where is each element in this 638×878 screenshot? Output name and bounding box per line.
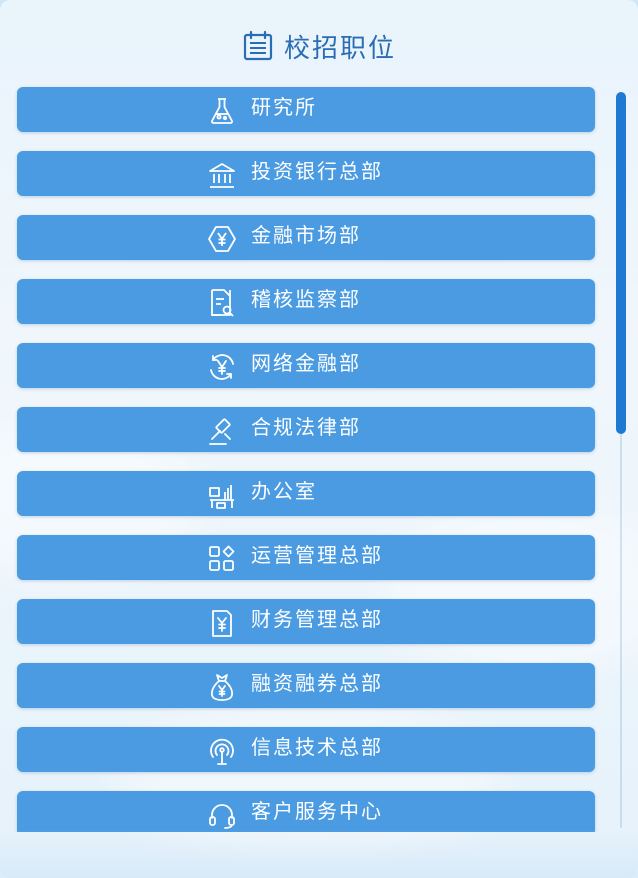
position-label: 合规法律部 — [251, 415, 361, 439]
position-item-financial-markets[interactable]: 金融市场部 — [17, 215, 595, 260]
position-item-margin-trading[interactable]: 融资融券总部 — [17, 663, 595, 708]
position-label: 投资银行总部 — [251, 159, 383, 183]
position-item-investment-banking[interactable]: 投资银行总部 — [17, 151, 595, 196]
signal-tower-icon — [207, 736, 237, 766]
scrollbar-thumb[interactable] — [616, 92, 626, 434]
apps-grid-icon — [207, 544, 237, 574]
position-label: 金融市场部 — [251, 223, 361, 247]
position-label: 客户服务中心 — [251, 799, 383, 823]
yen-cycle-icon — [207, 352, 237, 382]
position-label: 办公室 — [251, 479, 317, 503]
positions-list[interactable]: 研究所 投资银行总部 金融市场部 稽核监察部 网络金融部 合规法律部 办公室 运… — [0, 80, 638, 832]
position-label: 稽核监察部 — [251, 287, 361, 311]
headset-icon — [207, 800, 237, 830]
bottom-fade — [0, 830, 638, 878]
position-item-internet-finance[interactable]: 网络金融部 — [17, 343, 595, 388]
position-item-information-technology[interactable]: 信息技术总部 — [17, 727, 595, 772]
yen-hexagon-icon — [207, 224, 237, 254]
panel-header: 校招职位 — [0, 24, 638, 68]
money-bag-icon — [207, 672, 237, 702]
yen-document-icon — [207, 608, 237, 638]
position-label: 财务管理总部 — [251, 607, 383, 631]
position-item-research-institute[interactable]: 研究所 — [17, 87, 595, 132]
calendar-list-icon — [242, 30, 274, 62]
position-label: 网络金融部 — [251, 351, 361, 375]
office-desk-icon — [207, 480, 237, 510]
position-item-finance-management[interactable]: 财务管理总部 — [17, 599, 595, 644]
position-label: 信息技术总部 — [251, 735, 383, 759]
position-item-audit-supervision[interactable]: 稽核监察部 — [17, 279, 595, 324]
position-label: 研究所 — [251, 95, 317, 119]
positions-panel: 校招职位 研究所 投资银行总部 金融市场部 稽核监察部 网络金融部 合规法律部 … — [0, 0, 638, 878]
position-item-office[interactable]: 办公室 — [17, 471, 595, 516]
gavel-icon — [207, 416, 237, 446]
page-title: 校招职位 — [283, 33, 396, 64]
position-item-customer-service[interactable]: 客户服务中心 — [17, 791, 595, 832]
position-item-operations-management[interactable]: 运营管理总部 — [17, 535, 595, 580]
document-search-icon — [207, 288, 237, 318]
position-label: 融资融券总部 — [251, 671, 383, 695]
position-item-compliance-legal[interactable]: 合规法律部 — [17, 407, 595, 452]
flask-icon — [207, 96, 237, 126]
bank-icon — [207, 160, 237, 190]
position-label: 运营管理总部 — [251, 543, 383, 567]
